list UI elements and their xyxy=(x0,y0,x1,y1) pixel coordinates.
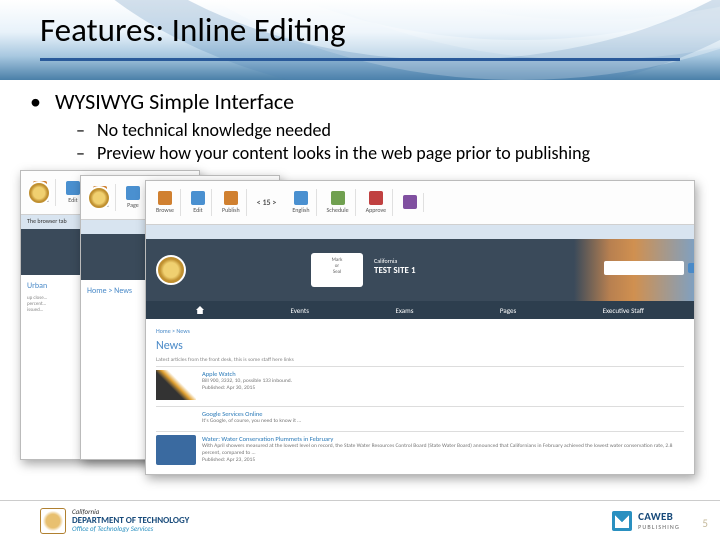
nav-pages[interactable]: Pages xyxy=(500,306,516,315)
tab-strip[interactable] xyxy=(146,225,694,239)
slide-title: Features: Inline Editing xyxy=(40,10,346,50)
subscribe-button[interactable]: Subscribe xyxy=(156,474,188,475)
editor-window-front: Browse Edit Publish < 15 > English Sched… xyxy=(145,180,695,475)
footer-left-logo: California DEPARTMENT OF TECHNOLOGY Offi… xyxy=(40,508,189,534)
screenshot-stack: Browse Edit The browser tab Urbanup clos… xyxy=(20,170,700,492)
title-underline xyxy=(40,58,680,61)
site-header: MarkorSeal California TEST SITE 1 xyxy=(146,239,694,301)
cagov-logo-icon xyxy=(87,186,111,210)
news-thumb-icon xyxy=(156,370,196,400)
page-body: Home > News News Latest articles from th… xyxy=(146,319,694,475)
ribbon-publish[interactable]: Publish xyxy=(222,206,240,214)
news-title: Apple Watch xyxy=(202,370,684,378)
bullet-content: WYSIWYG Simple Interface No technical kn… xyxy=(30,88,690,166)
news-title: Google Services Online xyxy=(202,410,684,418)
ribbon-edit[interactable]: Edit xyxy=(193,206,202,214)
site-badge: MarkorSeal xyxy=(311,253,363,287)
news-heading: News xyxy=(156,339,684,353)
nav-exams[interactable]: Exams xyxy=(395,306,413,315)
bullet-main: WYSIWYG Simple Interface xyxy=(30,88,690,115)
ribbon-english[interactable]: English xyxy=(292,206,309,214)
search-input[interactable] xyxy=(604,261,684,275)
site-nav[interactable]: Events Exams Pages Executive Staff xyxy=(146,301,694,319)
news-thumb-icon xyxy=(156,435,196,465)
home-icon[interactable] xyxy=(196,306,204,314)
caweb-icon xyxy=(612,511,632,531)
news-title: Water: Water Conservation Plummets in Fe… xyxy=(202,435,684,443)
sub-bullet: Preview how your content looks in the we… xyxy=(76,142,690,165)
slide-footer: California DEPARTMENT OF TECHNOLOGY Offi… xyxy=(0,500,720,540)
news-item[interactable]: Google Services Online It's Google, of c… xyxy=(202,410,684,425)
ribbon-approve[interactable]: Approve xyxy=(366,206,387,214)
state-seal-icon xyxy=(40,508,66,534)
nav-events[interactable]: Events xyxy=(290,306,309,315)
nav-exec-staff[interactable]: Executive Staff xyxy=(603,306,644,315)
breadcrumb[interactable]: Home > News xyxy=(156,327,684,335)
site-title: California TEST SITE 1 xyxy=(374,257,416,276)
news-item[interactable]: Water: Water Conservation Plummets in Fe… xyxy=(156,435,684,465)
ribbon-schedule[interactable]: Schedule xyxy=(327,206,349,214)
footer-right-logo: CAWEB PUBLISHING xyxy=(612,510,680,531)
page-number: 5 xyxy=(702,517,708,530)
ribbon-toolbar[interactable]: Browse Edit Publish < 15 > English Sched… xyxy=(146,181,694,225)
news-item[interactable]: Apple Watch Bill 900, 3332, 10, possible… xyxy=(156,370,684,400)
cagov-logo-icon xyxy=(156,255,186,285)
ribbon-browse[interactable]: Browse xyxy=(156,206,174,214)
sub-bullet: No technical knowledge needed xyxy=(76,119,690,142)
cagov-logo-icon xyxy=(27,181,51,205)
